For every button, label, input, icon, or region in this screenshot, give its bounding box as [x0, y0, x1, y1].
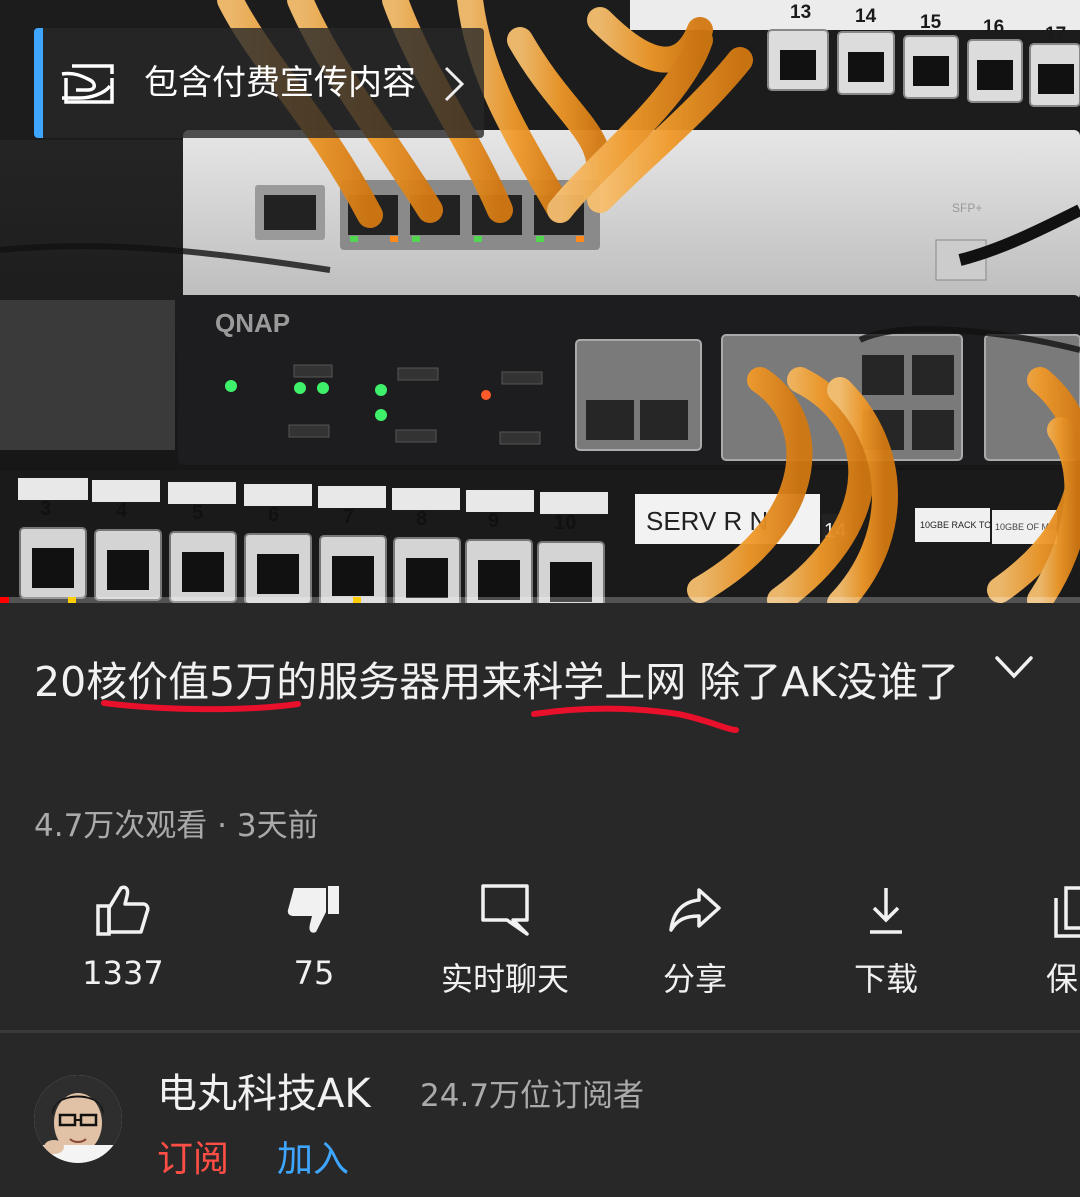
chevron-right-icon	[444, 66, 465, 102]
panel-num-6: 6	[268, 504, 279, 526]
thumbs-down-icon	[287, 886, 339, 933]
view-count-and-date: 4.7万次观看 · 3天前	[34, 808, 319, 844]
label-10gbe-rack-top: 10GBE RACK TOP	[920, 520, 997, 530]
paid-promotion-banner[interactable]: 包含付费宣传内容	[34, 28, 484, 138]
panel-num-13: 13	[790, 2, 811, 23]
paid-promotion-icon	[61, 64, 114, 104]
like-button[interactable]: 1337	[48, 872, 198, 1012]
panel-num-17: 17	[1045, 24, 1066, 45]
live-chat-button[interactable]: 实时聊天	[430, 872, 580, 1012]
save-playlist-icon	[1054, 886, 1080, 938]
share-label: 分享	[662, 960, 727, 998]
chapter-marker	[68, 597, 76, 603]
panel-num-10: 10	[554, 512, 576, 534]
share-icon	[669, 888, 721, 932]
save-label: 保	[1046, 960, 1079, 998]
promo-label: 包含付费宣传内容	[144, 63, 416, 103]
download-label: 下载	[853, 960, 918, 998]
dislike-button[interactable]: 75	[239, 872, 389, 1012]
thumbs-up-icon	[96, 885, 150, 936]
join-button[interactable]: 加入	[277, 1130, 349, 1182]
panel-num-9: 9	[488, 510, 499, 532]
panel-num-14: 14	[855, 6, 877, 27]
chat-icon	[481, 884, 529, 936]
channel-avatar-image	[34, 1075, 122, 1163]
qnap-logo: QNAP	[215, 308, 290, 338]
panel-num-5: 5	[192, 502, 203, 524]
promo-accent-bar	[34, 28, 43, 138]
channel-name[interactable]: 电丸科技AK	[157, 1061, 371, 1119]
panel-num-16: 16	[983, 17, 1004, 38]
panel-num-8: 8	[416, 508, 427, 530]
panel-num-15: 15	[920, 12, 942, 33]
video-title[interactable]: 20核价值5万的服务器用来科学上网 除了AK没谁了	[34, 644, 974, 721]
save-button[interactable]: 保	[1032, 872, 1080, 1012]
live-chat-label: 实时聊天	[440, 960, 569, 998]
download-icon	[870, 888, 902, 934]
panel-num-3: 3	[40, 498, 51, 520]
panel-num-4: 4	[116, 500, 128, 522]
video-player[interactable]: 13 14 15 16 17 SFP+ QNAP 3 4 5 6 7 8 9 1…	[0, 0, 1080, 603]
progress-played	[0, 597, 9, 603]
divider	[0, 1030, 1080, 1033]
title-area[interactable]: 20核价值5万的服务器用来科学上网 除了AK没谁了	[34, 644, 974, 721]
share-button[interactable]: 分享	[620, 872, 770, 1012]
progress-bar[interactable]	[0, 597, 1080, 603]
subscriber-count: 24.7万位订阅者	[420, 1078, 645, 1114]
chevron-down-icon[interactable]	[993, 650, 1035, 686]
download-button[interactable]: 下载	[811, 872, 961, 1012]
dislike-count: 75	[293, 954, 335, 992]
chapter-marker	[353, 597, 361, 603]
svg-text:SFP+: SFP+	[952, 201, 982, 215]
avatar[interactable]	[34, 1075, 122, 1163]
like-count: 1337	[82, 954, 164, 992]
action-bar: 1337 75 实时聊天 分享 下载 保	[0, 872, 1080, 1022]
panel-num-7: 7	[343, 506, 354, 528]
server-label: SERV R N	[646, 506, 768, 536]
subscribe-button[interactable]: 订阅	[157, 1130, 229, 1182]
